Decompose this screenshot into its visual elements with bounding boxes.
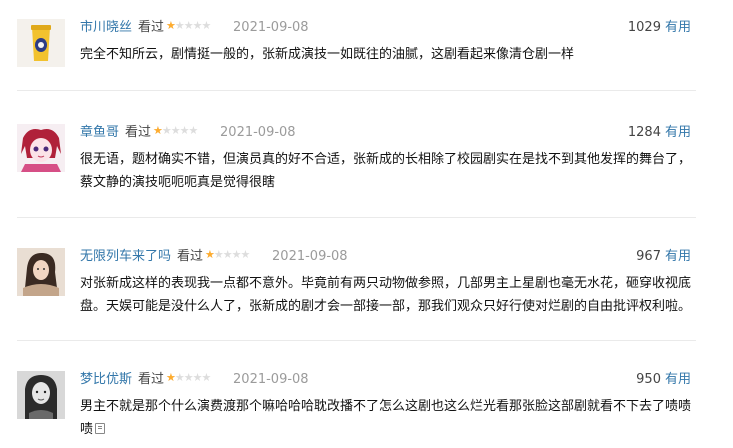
review-date: 2021-09-08 (233, 20, 309, 35)
watched-label: 看过 (125, 125, 152, 140)
avatar[interactable] (17, 371, 65, 419)
username-link[interactable]: 章鱼哥 (80, 125, 119, 140)
username-link[interactable]: 市川晓丝 (80, 20, 132, 35)
watched-label: 看过 (138, 20, 165, 35)
avatar[interactable] (17, 124, 65, 172)
useful-button[interactable]: 有用 (665, 20, 691, 35)
review-meta: 无限列车来了吗 看过 ★★★★★ ★ 2021-09-08 (80, 248, 348, 266)
review-meta: 梦比优斯 看过 ★★★★★ ★ 2021-09-08 (80, 371, 309, 389)
vote-area: 967 有用 (636, 248, 691, 266)
avatar[interactable] (17, 19, 65, 67)
report-icon[interactable] (95, 423, 106, 434)
rating-stars: ★★★★★ ★ (205, 248, 250, 261)
divider (17, 90, 696, 91)
vote-count: 950 (636, 372, 661, 387)
review-date: 2021-09-08 (233, 372, 309, 387)
watched-label: 看过 (177, 249, 204, 264)
review-text: 男主不就是那个什么演费渡那个嘛哈哈哈耽改播不了怎么这剧也这么烂光看那张脸这部剧就… (80, 399, 692, 437)
vote-area: 1029 有用 (628, 19, 691, 37)
review-content: 很无语，题材确实不错，但演员真的好不合适，张新成的长相除了校园剧实在是找不到其他… (80, 152, 692, 190)
useful-button[interactable]: 有用 (665, 372, 691, 387)
review-content: 男主不就是那个什么演费渡那个嘛哈哈哈耽改播不了怎么这剧也这么烂光看那张脸这部剧就… (80, 395, 696, 441)
review-content: 对张新成这样的表现我一点都不意外。毕竟前有两只动物做参照，几部男主上星剧也毫无水… (80, 276, 692, 314)
review-meta: 市川晓丝 看过 ★★★★★ ★ 2021-09-08 (80, 19, 309, 37)
username-link[interactable]: 无限列车来了吗 (80, 249, 171, 264)
username-link[interactable]: 梦比优斯 (80, 372, 132, 387)
review-date: 2021-09-08 (220, 125, 296, 140)
vote-count: 1029 (627, 20, 661, 35)
rating-stars: ★★★★★ ★ (166, 371, 211, 384)
vote-area: 950 有用 (636, 371, 691, 389)
vote-count: 1284 (627, 125, 661, 140)
review-content: 完全不知所云，剧情挺一般的，张新成演技一如既往的油腻，这剧看起来像清仓剧一样 (80, 47, 575, 62)
rating-stars: ★★★★★ ★ (153, 124, 198, 137)
divider (17, 217, 696, 218)
review-meta: 章鱼哥 看过 ★★★★★ ★ 2021-09-08 (80, 124, 296, 142)
watched-label: 看过 (138, 372, 165, 387)
divider (17, 340, 696, 341)
vote-area: 1284 有用 (628, 124, 691, 142)
useful-button[interactable]: 有用 (665, 249, 691, 264)
vote-count: 967 (636, 249, 661, 264)
avatar[interactable] (17, 248, 65, 296)
useful-button[interactable]: 有用 (665, 125, 691, 140)
rating-stars: ★★★★★ ★ (166, 19, 211, 32)
review-date: 2021-09-08 (272, 249, 348, 264)
